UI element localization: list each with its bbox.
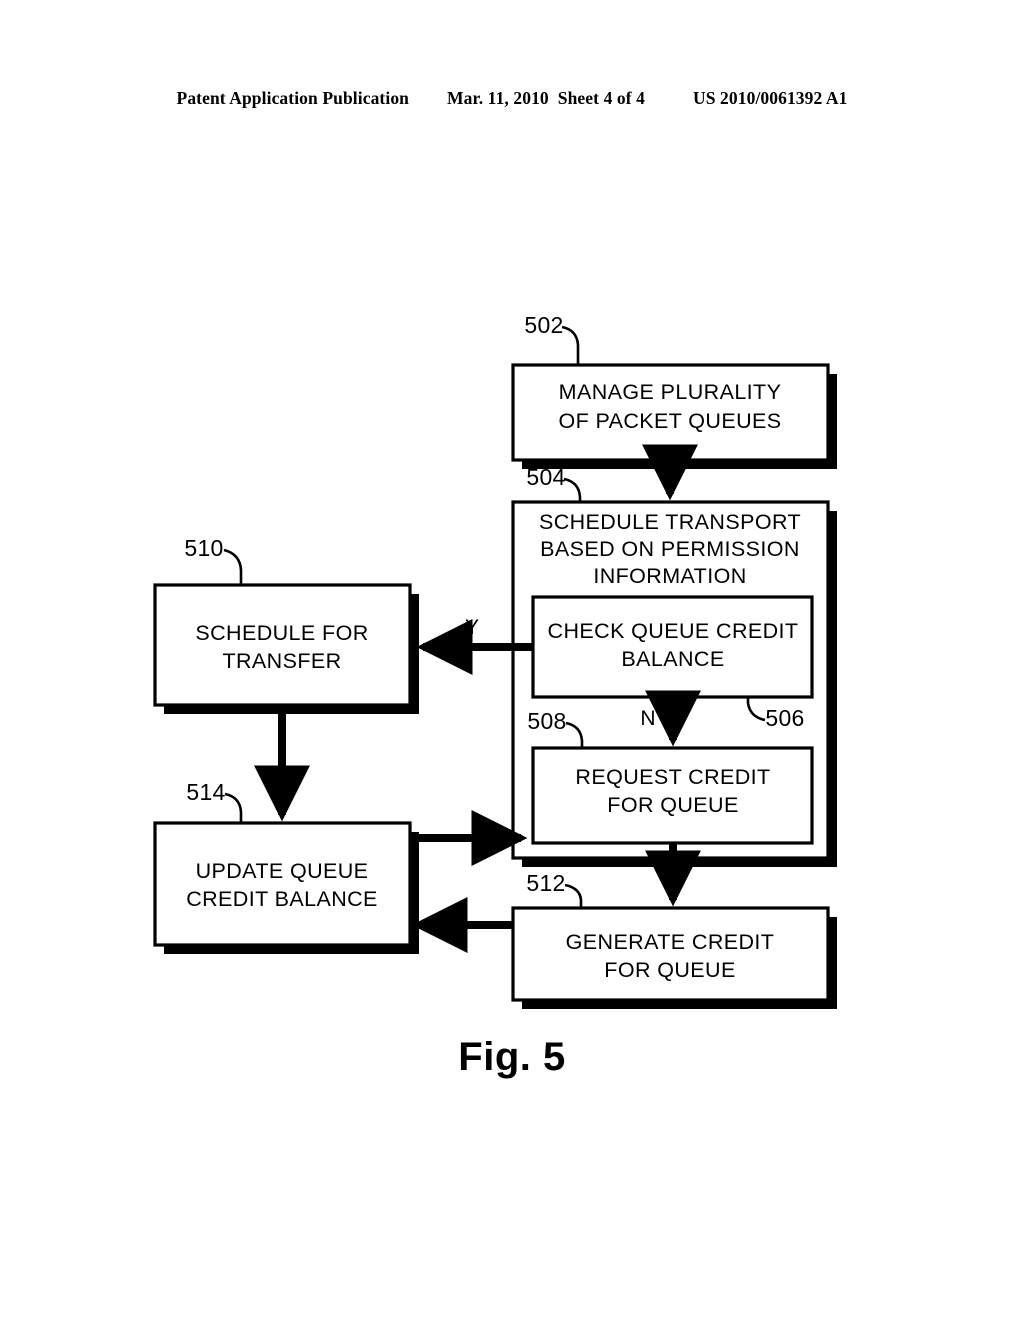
flow-box-502[interactable]: MANAGE PLURALITY OF PACKET QUEUES <box>511 363 830 462</box>
ref-numeral-504: 504 <box>526 464 565 490</box>
ref-numeral-506: 506 <box>765 705 804 731</box>
flow-box-504-line3: INFORMATION <box>593 564 746 588</box>
flow-box-510-line1: SCHEDULE FOR <box>195 621 368 645</box>
leader-line-504 <box>563 477 582 502</box>
flow-box-512-line1: GENERATE CREDIT <box>566 930 775 954</box>
flowchart-diagram: SCHEDULE TRANSPORT BASED ON PERMISSION I… <box>153 312 837 1009</box>
flow-box-504-line2: BASED ON PERMISSION <box>540 537 800 561</box>
patent-figure-5: SCHEDULE TRANSPORT BASED ON PERMISSION I… <box>0 0 1024 1320</box>
flow-box-514-line2: CREDIT BALANCE <box>186 887 378 911</box>
flow-box-508-line1: REQUEST CREDIT <box>575 765 770 789</box>
leader-line-512 <box>564 883 583 908</box>
ref-numeral-510: 510 <box>184 535 223 561</box>
flow-box-512-line2: FOR QUEUE <box>604 958 735 982</box>
ref-numeral-512: 512 <box>526 870 565 896</box>
flow-box-514-rect <box>153 821 412 947</box>
flow-box-512-rect <box>511 906 830 1002</box>
leader-line-502 <box>561 325 580 365</box>
flow-box-514[interactable]: UPDATE QUEUE CREDIT BALANCE <box>153 821 412 947</box>
figure-caption: Fig. 5 <box>458 1035 566 1079</box>
branch-label-yes: Y <box>465 616 479 639</box>
flow-box-510[interactable]: SCHEDULE FOR TRANSFER <box>153 583 412 707</box>
ref-numeral-508: 508 <box>527 708 566 734</box>
flow-box-512[interactable]: GENERATE CREDIT FOR QUEUE <box>511 906 830 1002</box>
flow-box-514-line1: UPDATE QUEUE <box>196 859 369 883</box>
branch-label-no: N <box>640 707 655 730</box>
flow-box-504-line1: SCHEDULE TRANSPORT <box>539 510 801 534</box>
flow-box-506-line1: CHECK QUEUE CREDIT <box>548 619 799 643</box>
flow-box-506-line2: BALANCE <box>621 647 724 671</box>
ref-numeral-514: 514 <box>186 779 225 805</box>
flow-box-502-line1: MANAGE PLURALITY <box>559 380 782 404</box>
leader-line-510 <box>223 548 243 585</box>
leader-line-514 <box>224 792 243 823</box>
flow-box-502-line2: OF PACKET QUEUES <box>558 409 781 433</box>
flow-box-508[interactable]: REQUEST CREDIT FOR QUEUE <box>531 746 814 845</box>
flow-box-506[interactable]: CHECK QUEUE CREDIT BALANCE <box>531 595 814 699</box>
flow-box-510-line2: TRANSFER <box>222 649 341 673</box>
flow-box-510-rect <box>153 583 412 707</box>
flow-box-508-line2: FOR QUEUE <box>607 793 738 817</box>
ref-numeral-502: 502 <box>524 312 563 338</box>
